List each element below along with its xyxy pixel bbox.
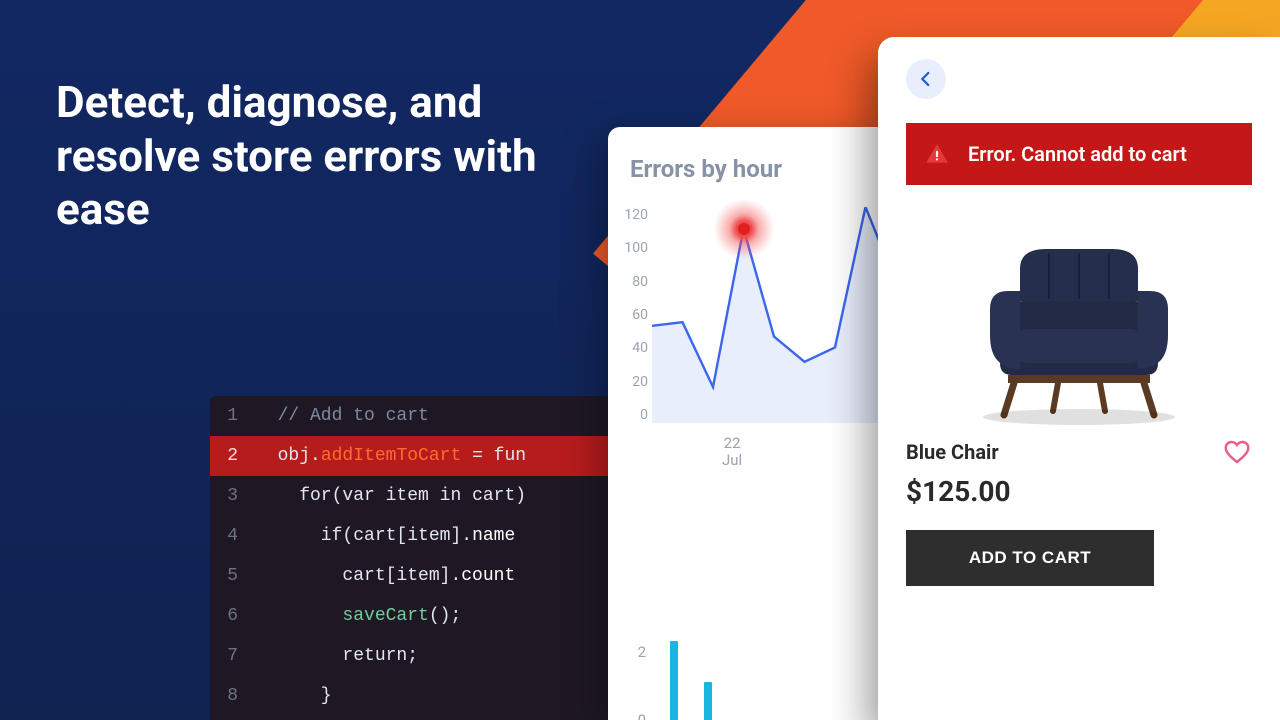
code-line: 2 obj.addItemToCart = fun [210, 436, 610, 476]
code-line: 1 // Add to cart [210, 396, 610, 436]
errors-chart-card: Errors by hour 120100806040200 22 Jul 20 [608, 127, 918, 720]
line-number: 8 [210, 686, 256, 706]
code-editor-panel: 1 // Add to cart2 obj.addItemToCart = fu… [210, 396, 610, 720]
code-text: // Add to cart [256, 406, 429, 426]
chart-title: Errors by hour [630, 155, 896, 183]
headline: Detect, diagnose, and resolve store erro… [56, 76, 576, 237]
line-number: 6 [210, 606, 256, 626]
code-text: return; [256, 646, 418, 666]
code-line: 4 if(cart[item].name [210, 516, 610, 556]
x-axis-tick: 22 Jul [722, 435, 742, 470]
line-number: 3 [210, 486, 256, 506]
code-text: saveCart(); [256, 606, 461, 626]
line-number: 5 [210, 566, 256, 586]
y-axis-tick: 60 [608, 307, 648, 323]
bar [704, 682, 712, 720]
y-axis-tick: 100 [608, 240, 648, 256]
code-text: obj.addItemToCart = fun [256, 446, 526, 466]
y-axis-tick: 80 [608, 274, 648, 290]
code-line: 7 return; [210, 636, 610, 676]
code-text: for(var item in cart) [256, 486, 526, 506]
y-axis-tick: 40 [608, 340, 648, 356]
back-button[interactable] [906, 59, 946, 99]
add-to-cart-button[interactable]: ADD TO CART [906, 530, 1154, 586]
bar [670, 641, 678, 720]
line-number: 2 [210, 446, 256, 466]
line-number: 7 [210, 646, 256, 666]
product-card: Error. Cannot add to cart [878, 37, 1280, 720]
error-banner-text: Error. Cannot add to cart [968, 142, 1187, 166]
code-line: 6 saveCart(); [210, 596, 610, 636]
chevron-left-icon [917, 70, 935, 88]
y-axis-tick: 0 [618, 711, 646, 720]
code-line: 3 for(var item in cart) [210, 476, 610, 516]
y-axis-tick: 120 [608, 207, 648, 223]
y-axis-tick: 2 [618, 643, 646, 661]
warning-triangle-icon [924, 141, 950, 167]
line-number: 1 [210, 406, 256, 426]
y-axis-tick: 0 [608, 407, 648, 423]
line-chart-plot: 22 Jul [652, 207, 896, 423]
y-axis-tick: 20 [608, 374, 648, 390]
code-text: cart[item].count [256, 566, 515, 586]
marketing-stage: Detect, diagnose, and resolve store erro… [0, 0, 1280, 720]
code-line: 5 cart[item].count [210, 556, 610, 596]
code-line: 8 } [210, 676, 610, 716]
code-text: } [256, 686, 332, 706]
code-text: if(cart[item].name [256, 526, 515, 546]
product-price: $125.00 [906, 475, 1252, 508]
line-number: 4 [210, 526, 256, 546]
line-chart: 120100806040200 22 Jul [630, 207, 896, 423]
product-name: Blue Chair [906, 440, 999, 464]
heart-icon[interactable] [1222, 437, 1252, 467]
bar-sparkline: 20 [622, 637, 902, 720]
error-banner: Error. Cannot add to cart [906, 123, 1252, 185]
product-image [906, 185, 1252, 431]
